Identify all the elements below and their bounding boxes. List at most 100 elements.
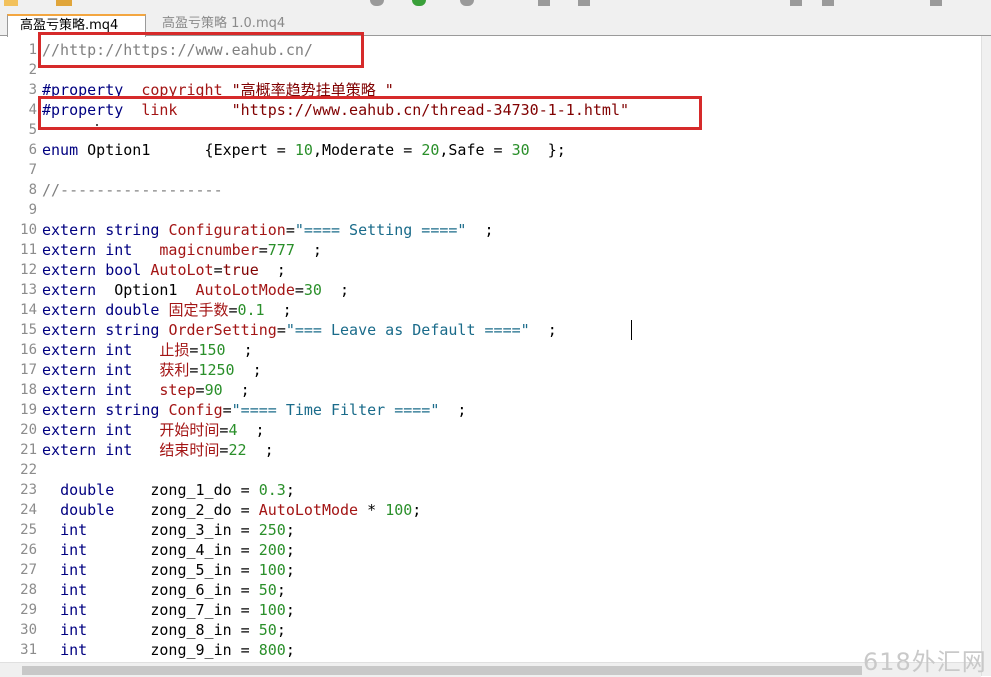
horizontal-scrollbar-thumb[interactable] [22,666,862,675]
code-token: ; [246,441,274,459]
code-text: double zong_1_do = 0.3; [42,480,295,500]
code-line[interactable]: 31 int zong_9_in = 800; [0,640,981,660]
code-text: //------------------ [42,180,223,200]
code-token: ; [285,641,295,659]
code-token: 10 [294,141,313,159]
code-text: extern bool AutoLot=true ; [42,260,286,280]
code-line[interactable]: 27 int zong_5_in = 100; [0,560,981,580]
code-line[interactable]: 12 extern bool AutoLot=true ; [0,260,981,280]
toolbar-icon[interactable] [538,0,550,6]
code-token: step [159,381,196,399]
code-token: extern [42,361,97,379]
code-line[interactable]: 7 [0,160,981,180]
code-line[interactable]: 28 int zong_6_in = 50; [0,580,981,600]
code-token: double [105,301,160,319]
code-token: ; [276,621,286,639]
code-token: Option1 {Expert = [78,141,295,159]
code-line[interactable]: 13 extern Option1 AutoLotMode=30 ; [0,280,981,300]
code-token: int [60,521,88,539]
line-number: 21 [20,442,37,458]
code-line[interactable]: 15 extern string OrderSetting="=== Leave … [0,320,981,340]
code-line[interactable]: 29 int zong_7_in = 100; [0,600,981,620]
code-token: int [105,421,133,439]
toolbar-icon[interactable] [412,0,426,6]
code-line[interactable]: 10 extern string Configuration="==== Sett… [0,220,981,240]
code-token: "==== Setting ====" [294,221,467,239]
code-line[interactable]: 24 double zong_2_do = AutoLotMode * 100; [0,500,981,520]
code-token: zong_3_in = [87,521,259,539]
code-line[interactable]: 23 double zong_1_do = 0.3; [0,480,981,500]
code-line[interactable]: 11 extern int magicnumber=777 ; [0,240,981,260]
line-number: 27 [20,562,37,578]
highlight-box-url [38,32,364,68]
watermark: 618外汇网 [863,648,987,676]
code-line[interactable]: 14 extern double 固定手数=0.1 ; [0,300,981,320]
code-token: 200 [258,541,286,559]
code-token: extern [42,421,97,439]
toolbar-icon[interactable] [460,0,474,6]
code-token: 1250 [198,361,235,379]
code-text: enum Option1 {Expert = 10,Moderate = 20,… [42,140,566,160]
code-token: "=== Leave as Default ====" [285,321,530,339]
line-number: 10 [20,222,37,238]
code-line[interactable]: 26 int zong_4_in = 200; [0,540,981,560]
toolbar-icon[interactable] [930,0,942,6]
code-token: = [276,321,286,339]
code-token: ; [222,381,250,399]
horizontal-scrollbar[interactable] [0,662,981,677]
toolbar-icon[interactable] [56,0,72,6]
code-line[interactable]: 30 int zong_8_in = 50; [0,620,981,640]
code-line[interactable]: 21 extern int 结束时间=22 ; [0,440,981,460]
code-text: extern double 固定手数=0.1 ; [42,300,292,320]
toolbar-icon[interactable] [790,0,802,6]
code-token: ,Moderate = [312,141,422,159]
code-line[interactable]: 20 extern int 开始时间=4 ; [0,420,981,440]
line-number: 23 [20,482,37,498]
code-line[interactable]: 16 extern int 止损=150 ; [0,340,981,360]
code-token: 止损 [159,341,190,359]
code-token: 777 [267,241,295,259]
toolbar-icon[interactable] [578,0,590,6]
code-token: extern [42,281,97,299]
code-token: * [358,501,386,519]
line-number: 14 [20,302,37,318]
code-text: double zong_2_do = AutoLotMode * 100; [42,500,421,520]
code-line[interactable]: 22 [0,460,981,480]
code-token: 0.1 [237,301,265,319]
toolbar-icon[interactable] [4,0,18,6]
code-token: bool [105,261,142,279]
code-line[interactable]: 18 extern int step=90 ; [0,380,981,400]
line-number: 20 [20,422,37,438]
code-token: }; [529,141,566,159]
toolbar-icon[interactable] [822,0,834,6]
code-text: int zong_6_in = 50; [42,580,286,600]
code-token: ; [439,401,467,419]
code-token: int [105,441,133,459]
toolbar-icon[interactable] [370,0,384,6]
line-number: 31 [20,642,37,658]
code-token: int [105,341,133,359]
code-line[interactable]: 6 enum Option1 {Expert = 10,Moderate = 20… [0,140,981,160]
code-token: = [285,221,295,239]
vertical-scrollbar[interactable] [981,36,991,676]
code-line[interactable]: 19 extern string Config="==== Time Filter… [0,400,981,420]
code-line[interactable]: 8 //------------------ [0,180,981,200]
code-line[interactable]: 9 [0,200,981,220]
code-text: extern string Config="==== Time Filter =… [42,400,466,420]
code-token: 100 [385,501,413,519]
code-token: zong_9_in = [87,641,259,659]
code-line[interactable]: 25 int zong_3_in = 250; [0,520,981,540]
code-line[interactable]: 17 extern int 获利=1250 ; [0,360,981,380]
line-number: 26 [20,542,37,558]
code-text: extern int 结束时间=22 ; [42,440,274,460]
text-cursor [631,320,632,340]
